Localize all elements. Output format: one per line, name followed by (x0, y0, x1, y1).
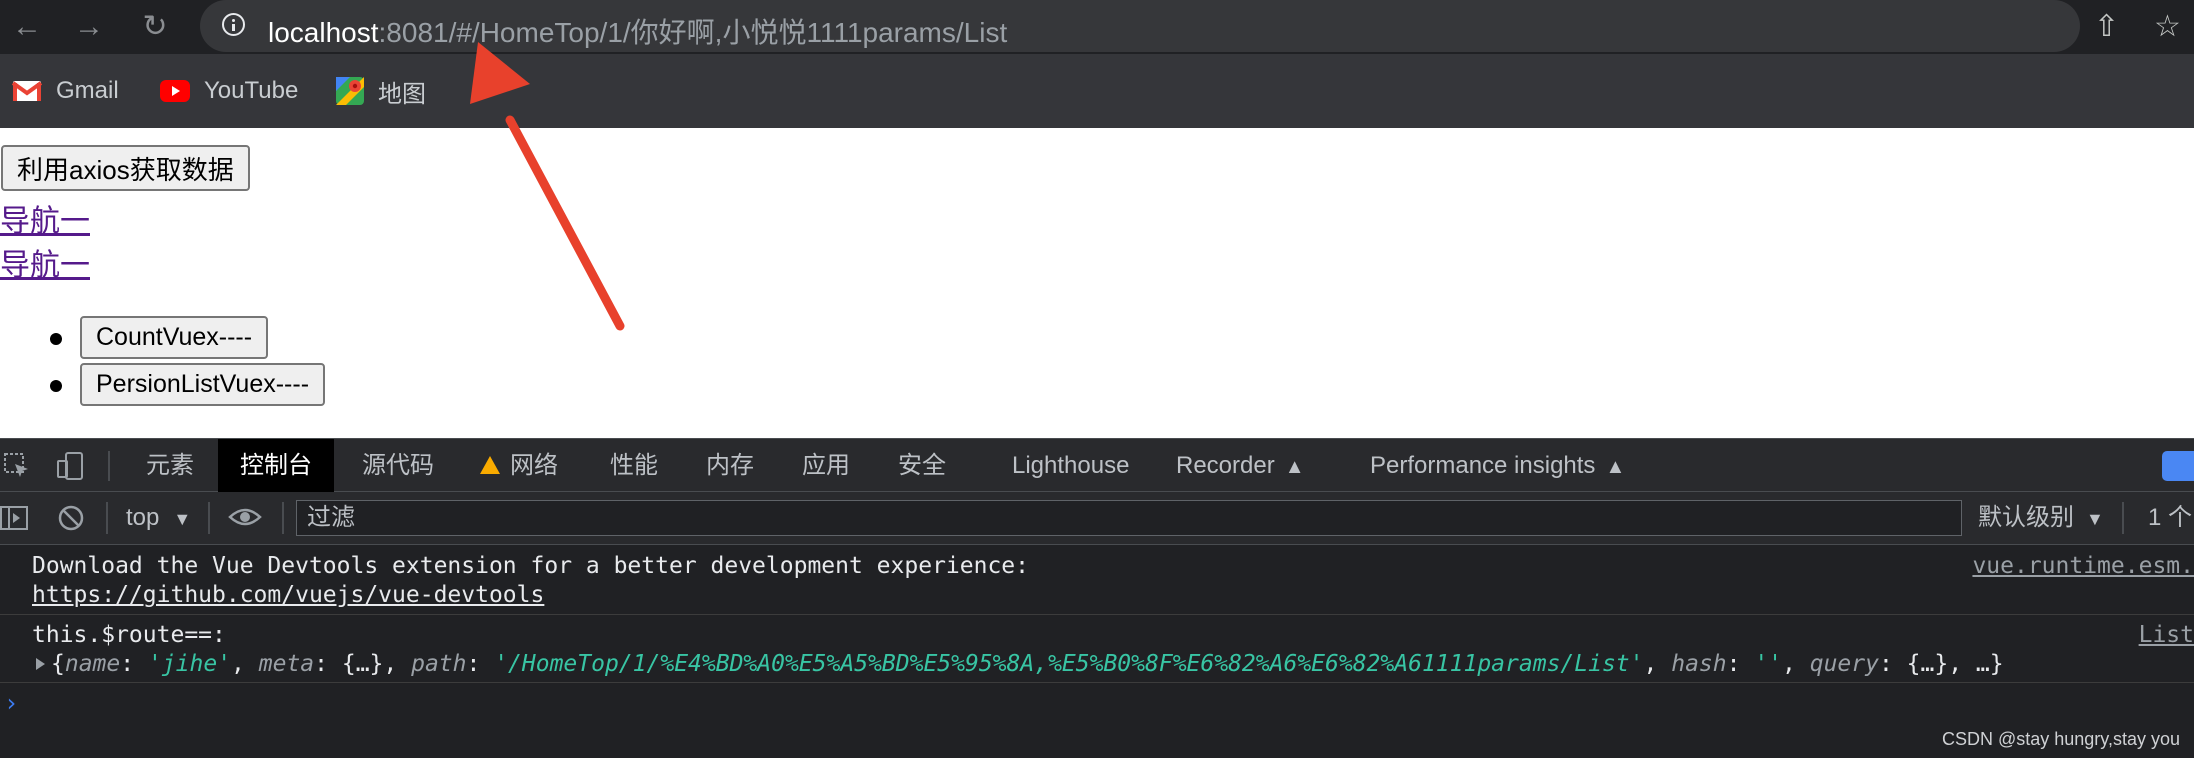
context-selector[interactable]: top ▼ (126, 492, 191, 544)
route-object[interactable]: {name: 'jihe', meta: {…}, path: '/HomeTo… (36, 651, 2004, 677)
toolbar-divider (108, 451, 110, 481)
watermark: CSDN @stay hungry,stay you (1941, 729, 2180, 749)
tab-recorder-label: Recorder (1176, 452, 1275, 479)
console-message: this.$route==: List {name: 'jihe', meta:… (0, 615, 2194, 683)
devtools-link[interactable]: https://github.com/vuejs/vue-devtools (32, 582, 544, 608)
console-filter-input[interactable]: 过滤 (296, 500, 1962, 536)
eye-icon[interactable] (228, 506, 262, 528)
sidebar-toggle-icon[interactable] (0, 506, 28, 530)
console-toolbar: top ▼ 过滤 默认级别 ▼ 1 个 (0, 492, 2194, 545)
tab-network-label: 网络 (510, 452, 558, 479)
toolbar-divider (2122, 502, 2124, 534)
tab-security[interactable]: 安全 (876, 439, 968, 492)
toolbar-divider (106, 502, 108, 534)
console-prompt-icon[interactable]: › (4, 689, 18, 717)
device-toolbar-icon[interactable] (56, 451, 86, 481)
experiment-flask-icon: ▲ (1605, 456, 1626, 478)
tab-perf-insights-label: Performance insights (1370, 452, 1596, 479)
devtools-panel: 元素 控制台 源代码 网络 性能 内存 应用 安全 Lighthouse Rec… (0, 438, 2194, 758)
console-message: Download the Vue Devtools extension for … (0, 545, 2194, 615)
log-levels-dropdown[interactable]: 默认级别 ▼ (1978, 492, 2104, 544)
context-label: top (126, 504, 160, 531)
toolbar-divider (282, 502, 284, 534)
experiment-flask-icon: ▲ (1284, 456, 1305, 478)
tab-performance-insights[interactable]: Performance insights ▲ (1348, 439, 1647, 492)
log-levels-label: 默认级别 (1978, 504, 2074, 531)
tab-network[interactable]: 网络 (458, 439, 580, 492)
warning-icon (480, 456, 500, 474)
console-output: Download the Vue Devtools extension for … (0, 545, 2194, 758)
issues-counter[interactable]: 1 个 (2148, 492, 2192, 544)
devtools-tab-bar: 元素 控制台 源代码 网络 性能 内存 应用 安全 Lighthouse Rec… (0, 438, 2194, 492)
inspect-element-icon[interactable] (4, 453, 30, 479)
tab-console[interactable]: 控制台 (218, 439, 334, 492)
chevron-down-icon: ▼ (2086, 509, 2104, 529)
tab-recorder[interactable]: Recorder ▲ (1154, 439, 1327, 492)
tab-memory[interactable]: 内存 (684, 439, 776, 492)
clear-console-icon[interactable] (58, 505, 84, 531)
tab-elements[interactable]: 元素 (124, 439, 216, 492)
issues-badge-icon[interactable] (2162, 451, 2194, 481)
expand-triangle-icon[interactable] (36, 658, 45, 670)
tab-sources[interactable]: 源代码 (340, 439, 456, 492)
message-text: this.$route==: (32, 622, 226, 648)
source-link[interactable]: List (2139, 622, 2194, 648)
tab-performance[interactable]: 性能 (588, 439, 680, 492)
tab-lighthouse[interactable]: Lighthouse (990, 439, 1151, 492)
message-text: Download the Vue Devtools extension for … (32, 553, 1029, 579)
source-link[interactable]: vue.runtime.esm. (1972, 553, 2194, 579)
tab-application[interactable]: 应用 (780, 439, 872, 492)
chevron-down-icon: ▼ (173, 509, 192, 529)
toolbar-divider (208, 502, 210, 534)
